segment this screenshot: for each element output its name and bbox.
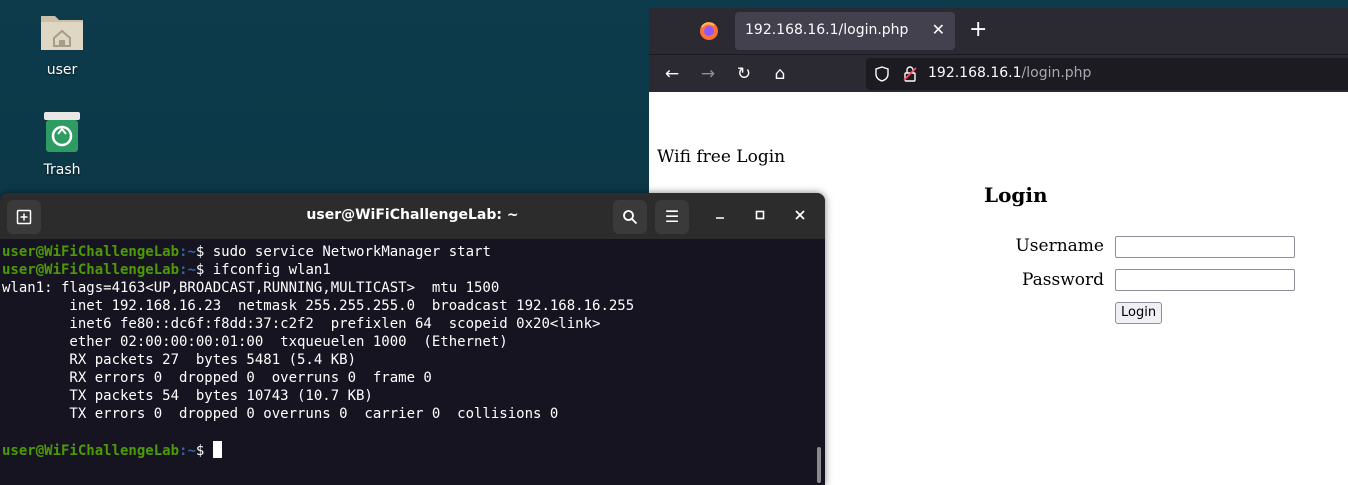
- output-line: inet 192.168.16.23 netmask 255.255.255.0…: [2, 298, 635, 314]
- command-text: ifconfig wlan1: [212, 262, 331, 278]
- new-tab-button[interactable]: +: [969, 17, 987, 42]
- hamburger-menu-icon[interactable]: ☰: [655, 200, 689, 234]
- login-button[interactable]: Login: [1115, 302, 1163, 324]
- output-line: wlan1: flags=4163<UP,BROADCAST,RUNNING,M…: [2, 280, 500, 296]
- firefox-icon[interactable]: [699, 21, 719, 45]
- page-title: Wifi free Login: [657, 147, 786, 167]
- minimize-icon[interactable]: [709, 205, 731, 227]
- trash-icon: [22, 110, 102, 158]
- password-field[interactable]: [1115, 269, 1295, 291]
- maximize-icon[interactable]: [749, 205, 771, 227]
- home-icon[interactable]: ⌂: [770, 64, 790, 84]
- url-path: /login.php: [1021, 65, 1092, 81]
- output-line: RX errors 0 dropped 0 overruns 0 frame 0: [2, 370, 432, 386]
- output-line: RX packets 27 bytes 5481 (5.4 KB): [2, 352, 357, 368]
- username-label: Username: [1015, 236, 1104, 256]
- prompt-symbol: $: [195, 244, 205, 260]
- forward-arrow-icon[interactable]: →: [698, 64, 718, 84]
- back-arrow-icon[interactable]: ←: [662, 64, 682, 84]
- url-host: 192.168.16.1: [928, 65, 1022, 81]
- password-label: Password: [1021, 270, 1104, 290]
- desktop-icon-trash[interactable]: Trash: [22, 110, 102, 178]
- prompt-path: :~: [179, 244, 196, 260]
- reload-icon[interactable]: ↻: [734, 64, 754, 84]
- prompt-symbol: $: [195, 443, 205, 459]
- desktop-icon-label: user: [46, 62, 78, 78]
- login-heading: Login: [984, 183, 1048, 207]
- browser-tab[interactable]: 192.168.16.1/login.php ✕: [735, 12, 955, 50]
- command-text: sudo service NetworkManager start: [212, 244, 491, 260]
- prompt-path: :~: [179, 262, 196, 278]
- url-bar[interactable]: 192.168.16.1/login.php: [866, 58, 1348, 90]
- terminal-line: user@WiFiChallengeLab:~$ sudo service Ne…: [2, 244, 491, 260]
- browser-nav-bar: ← → ↻ ⌂ 192.168.16.1/login.php: [649, 54, 1348, 92]
- search-icon[interactable]: [613, 200, 647, 234]
- prompt-user: user@WiFiChallengeLab: [2, 262, 180, 278]
- terminal-title: user@WiFiChallengeLab: ~: [306, 207, 519, 223]
- prompt-symbol: $: [195, 262, 205, 278]
- insecure-lock-icon[interactable]: [902, 66, 918, 86]
- text-cursor: [212, 441, 222, 458]
- home-folder-icon: [22, 8, 102, 58]
- tracking-shield-icon[interactable]: [874, 66, 890, 86]
- close-tab-icon[interactable]: ✕: [932, 20, 945, 39]
- close-icon[interactable]: [789, 205, 811, 227]
- desktop-icon-user-home[interactable]: user: [22, 8, 102, 78]
- username-field[interactable]: [1115, 236, 1295, 258]
- output-line: TX packets 54 bytes 10743 (10.7 KB): [2, 388, 373, 404]
- output-line: inet6 fe80::dc6f:f8dd:37:c2f2 prefixlen …: [2, 316, 601, 332]
- prompt-user: user@WiFiChallengeLab: [2, 443, 180, 459]
- prompt-path: :~: [179, 443, 196, 459]
- output-line: ether 02:00:00:00:01:00 txqueuelen 1000 …: [2, 334, 508, 350]
- output-line: TX errors 0 dropped 0 overruns 0 carrier…: [2, 406, 559, 422]
- desktop-icon-label: Trash: [43, 162, 81, 178]
- browser-tab-bar: 192.168.16.1/login.php ✕ +: [649, 8, 1348, 54]
- terminal-output[interactable]: user@WiFiChallengeLab:~$ sudo service Ne…: [0, 239, 825, 485]
- terminal-scrollbar[interactable]: [817, 447, 821, 483]
- terminal-line: user@WiFiChallengeLab:~$: [2, 441, 222, 459]
- terminal-line: user@WiFiChallengeLab:~$ ifconfig wlan1: [2, 262, 331, 278]
- terminal-window: user@WiFiChallengeLab: ~ ☰ user@WiFiChal…: [0, 193, 825, 485]
- prompt-user: user@WiFiChallengeLab: [2, 244, 180, 260]
- tab-title: 192.168.16.1/login.php: [745, 22, 909, 38]
- url-text: 192.168.16.1/login.php: [928, 65, 1091, 81]
- terminal-titlebar[interactable]: user@WiFiChallengeLab: ~ ☰: [0, 193, 825, 239]
